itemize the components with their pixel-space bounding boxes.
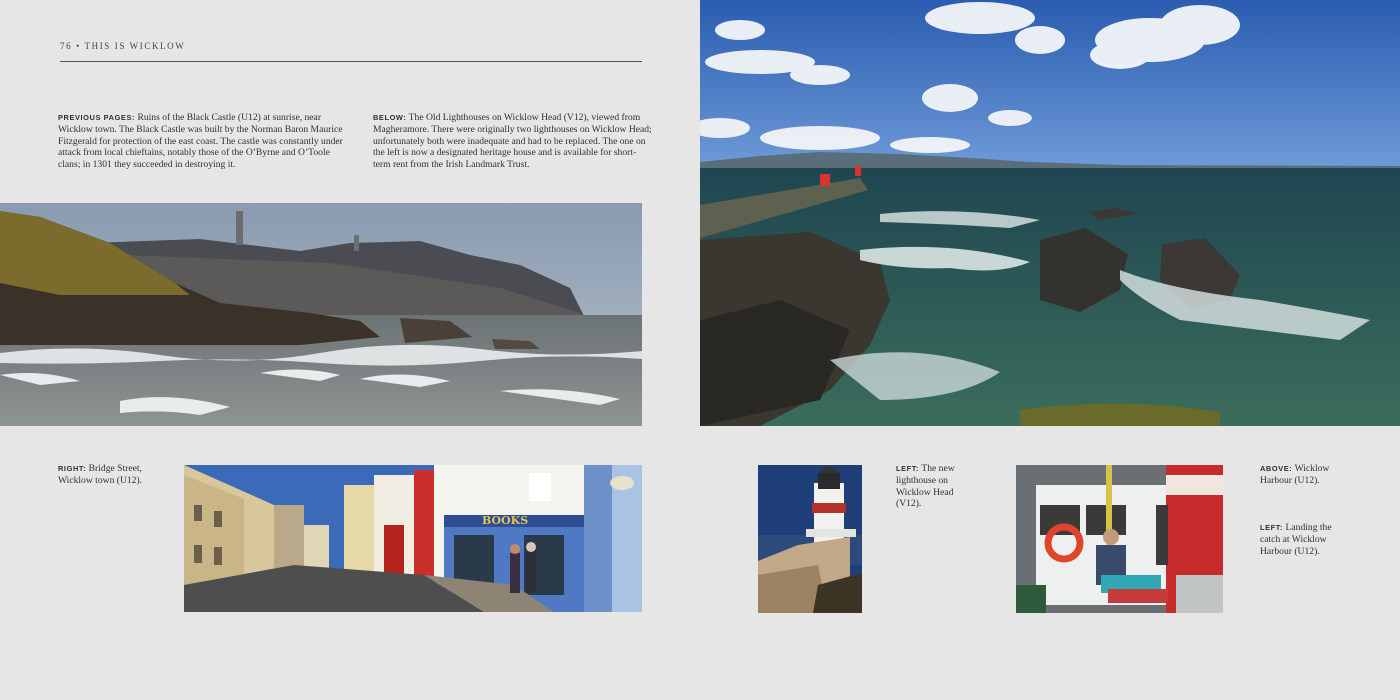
caption-right: RIGHT: Bridge Street, Wicklow town (U12)… (58, 463, 163, 487)
header-rule (60, 61, 642, 62)
caption-above: ABOVE: Wicklow Harbour (U12). (1260, 463, 1350, 487)
photo-new-lighthouse (758, 465, 862, 613)
photo-old-lighthouses (0, 203, 642, 426)
page-number: 76 (60, 41, 73, 51)
photo-landing-catch (1016, 465, 1223, 613)
caption-label: PREVIOUS PAGES: (58, 113, 136, 122)
photo-bridge-street: BOOKS (184, 465, 642, 612)
shop-sign-text: BOOKS (482, 514, 528, 527)
book-title: THIS IS WICKLOW (84, 41, 186, 51)
header-separator: • (76, 41, 81, 51)
caption-label: LEFT: (1260, 523, 1284, 532)
caption-previous-pages: PREVIOUS PAGES: Ruins of the Black Castl… (58, 112, 353, 171)
caption-below: BELOW: The Old Lighthouses on Wicklow He… (373, 112, 653, 171)
photo-wicklow-harbour (700, 0, 1400, 426)
caption-text: The Old Lighthouses on Wicklow Head (V12… (373, 112, 652, 171)
running-header: 76 • THIS IS WICKLOW (60, 41, 185, 51)
caption-label: RIGHT: (58, 464, 87, 473)
caption-label: BELOW: (373, 113, 407, 122)
caption-left-lighthouse: LEFT: The new lighthouse on Wicklow Head… (896, 463, 968, 510)
caption-label: LEFT: (896, 464, 920, 473)
caption-label: ABOVE: (1260, 464, 1293, 473)
caption-left-catch: LEFT: Landing the catch at Wicklow Harbo… (1260, 522, 1350, 557)
